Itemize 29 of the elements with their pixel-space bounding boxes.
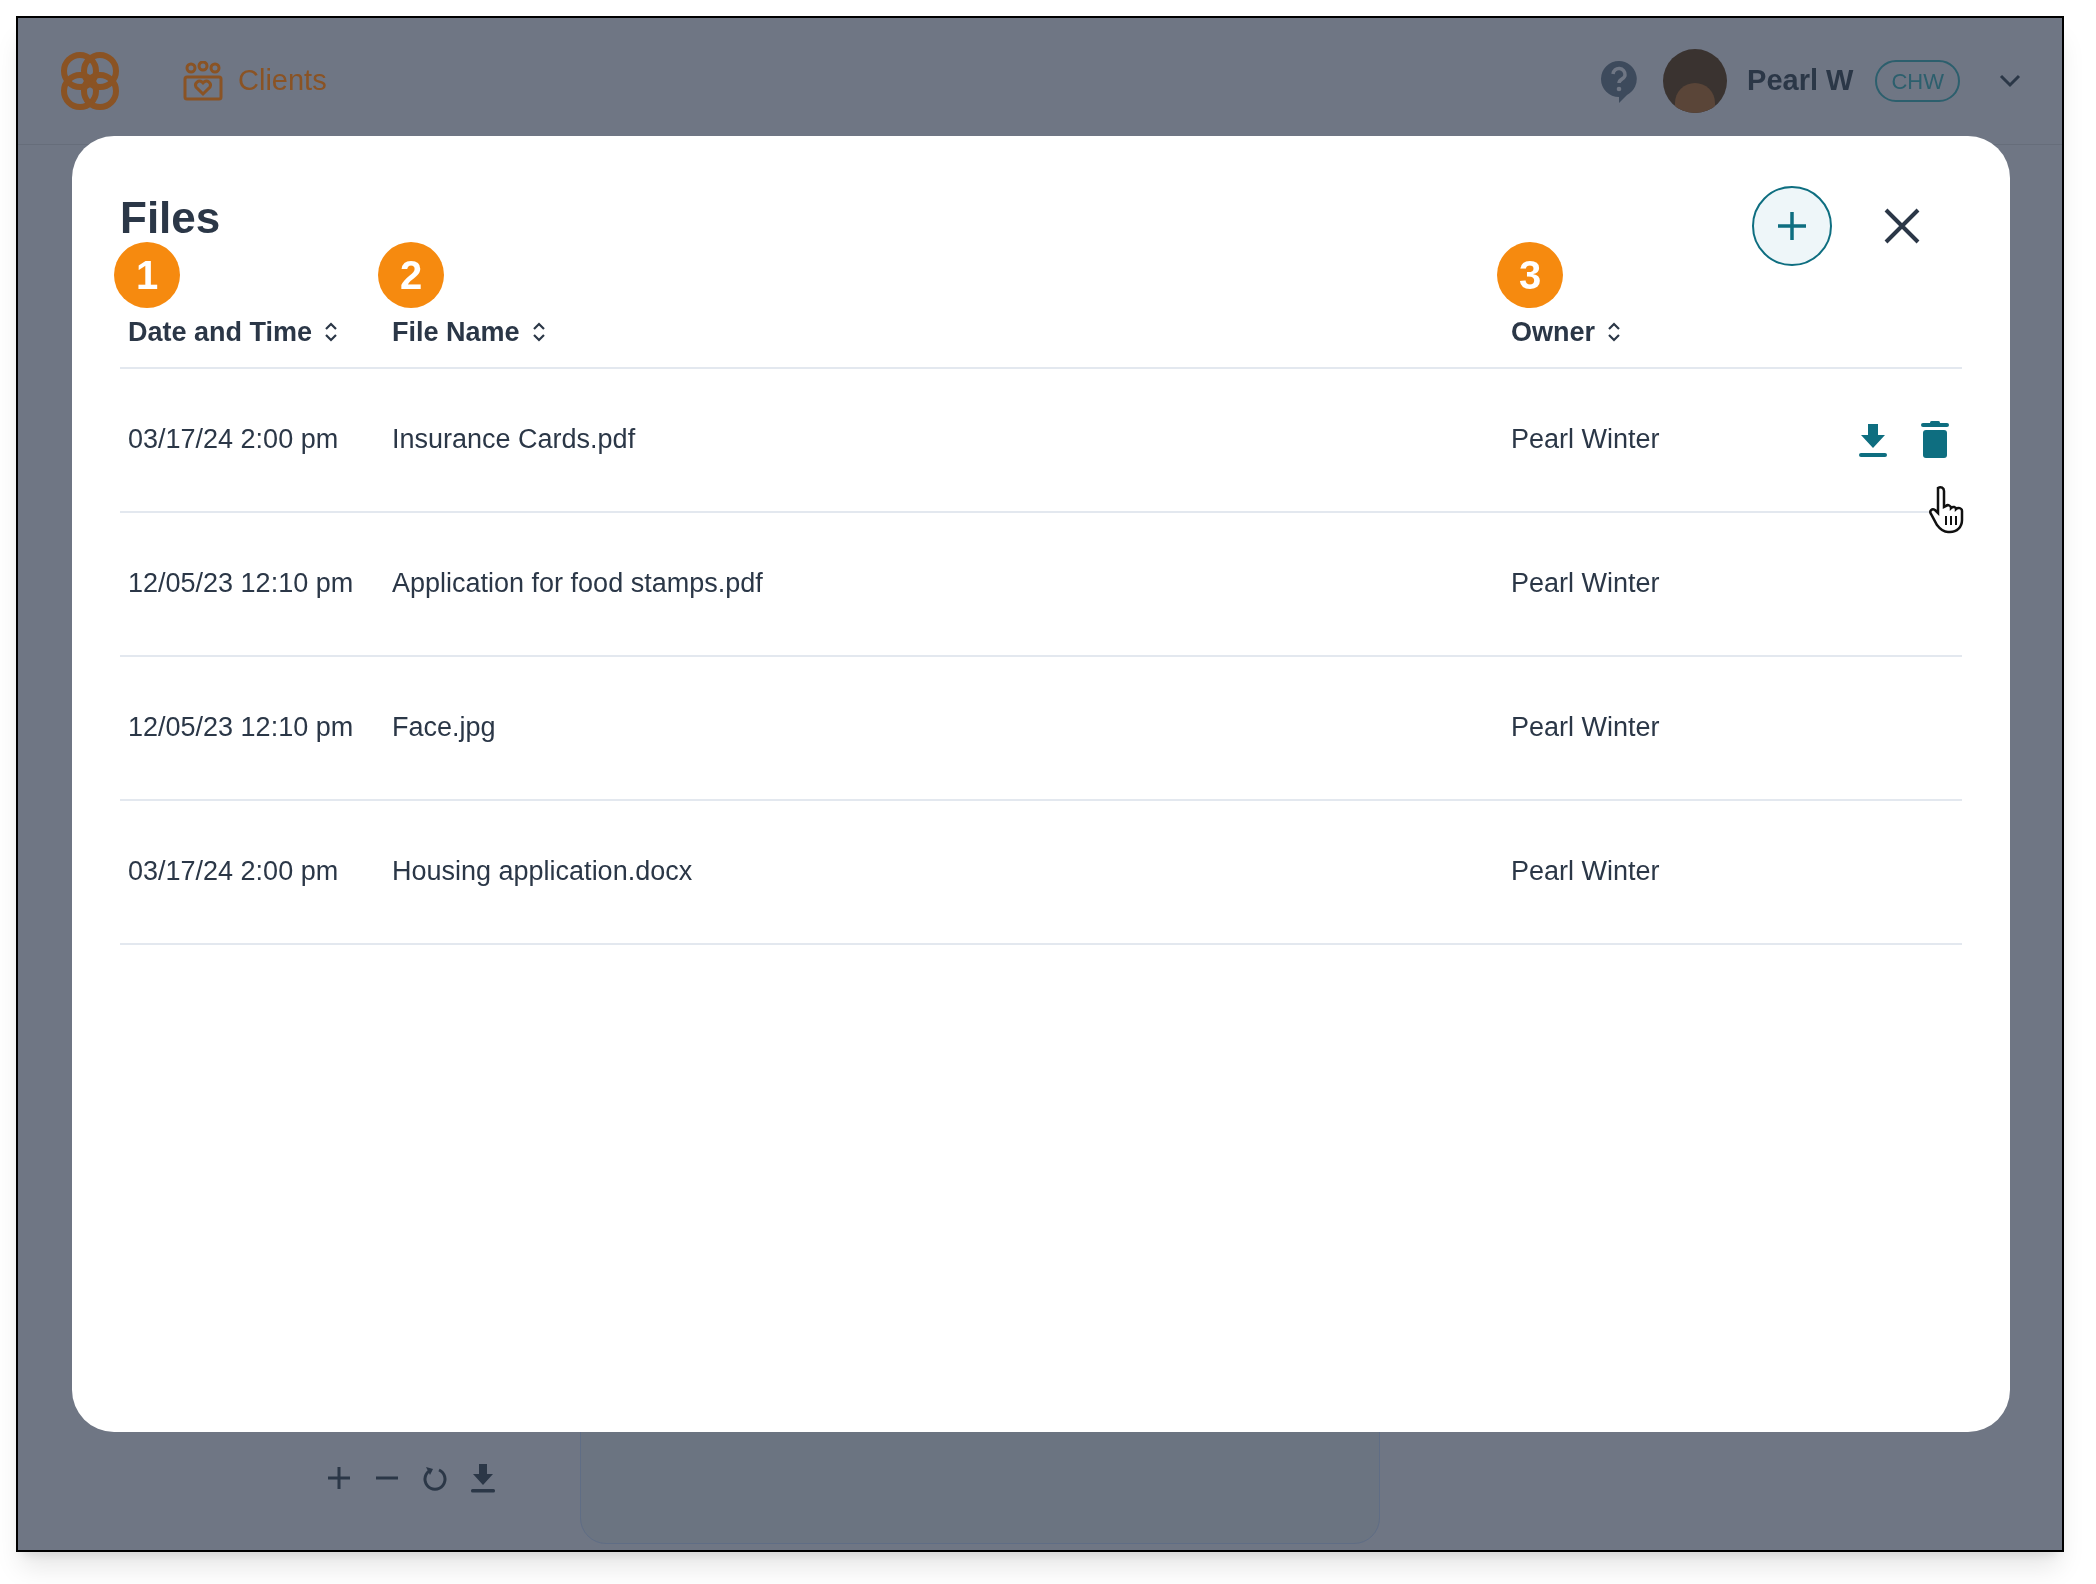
step-marker: 2	[378, 242, 444, 308]
chevron-down-icon[interactable]	[1998, 73, 2022, 89]
people-icon	[182, 61, 224, 101]
file-name-cell-text: Application for food stamps.pdf	[391, 567, 764, 601]
column-header[interactable]: File Name	[384, 312, 546, 353]
column-header[interactable]: Owner	[1503, 312, 1622, 353]
dialog-title: Files	[120, 196, 221, 240]
owner-cell-text: Pearl Winter	[1510, 423, 1661, 457]
download-icon[interactable]	[1858, 421, 1888, 458]
owner-cell-text: Pearl Winter	[1510, 711, 1661, 745]
close-icon	[1883, 207, 1921, 245]
file-name-cell-text: Insurance Cards.pdf	[391, 423, 637, 457]
file-name-cell-text: Face.jpg	[391, 711, 497, 745]
column-header[interactable]: Date and Time	[120, 312, 339, 353]
download-icon[interactable]	[468, 1462, 498, 1494]
date-cell-text: 12/05/23 12:10 pm	[127, 567, 355, 601]
step-marker: 3	[1497, 242, 1563, 308]
role-badge: CHW	[1875, 60, 1960, 102]
help-icon[interactable]	[1599, 59, 1640, 103]
owner-cell-text: Pearl Winter	[1510, 567, 1661, 601]
owner-cell-text: Pearl Winter	[1510, 855, 1661, 889]
trash-icon[interactable]	[1920, 420, 1950, 459]
user-name: Pearl W	[1747, 63, 1854, 99]
plus-icon	[1776, 210, 1808, 242]
date-cell-text: 03/17/24 2:00 pm	[127, 423, 340, 457]
date-cell-text: 12/05/23 12:10 pm	[127, 711, 355, 745]
file-name-cell-text: Housing application.docx	[391, 855, 694, 889]
date-cell-text: 03/17/24 2:00 pm	[127, 855, 340, 889]
step-marker: 1	[114, 242, 180, 308]
